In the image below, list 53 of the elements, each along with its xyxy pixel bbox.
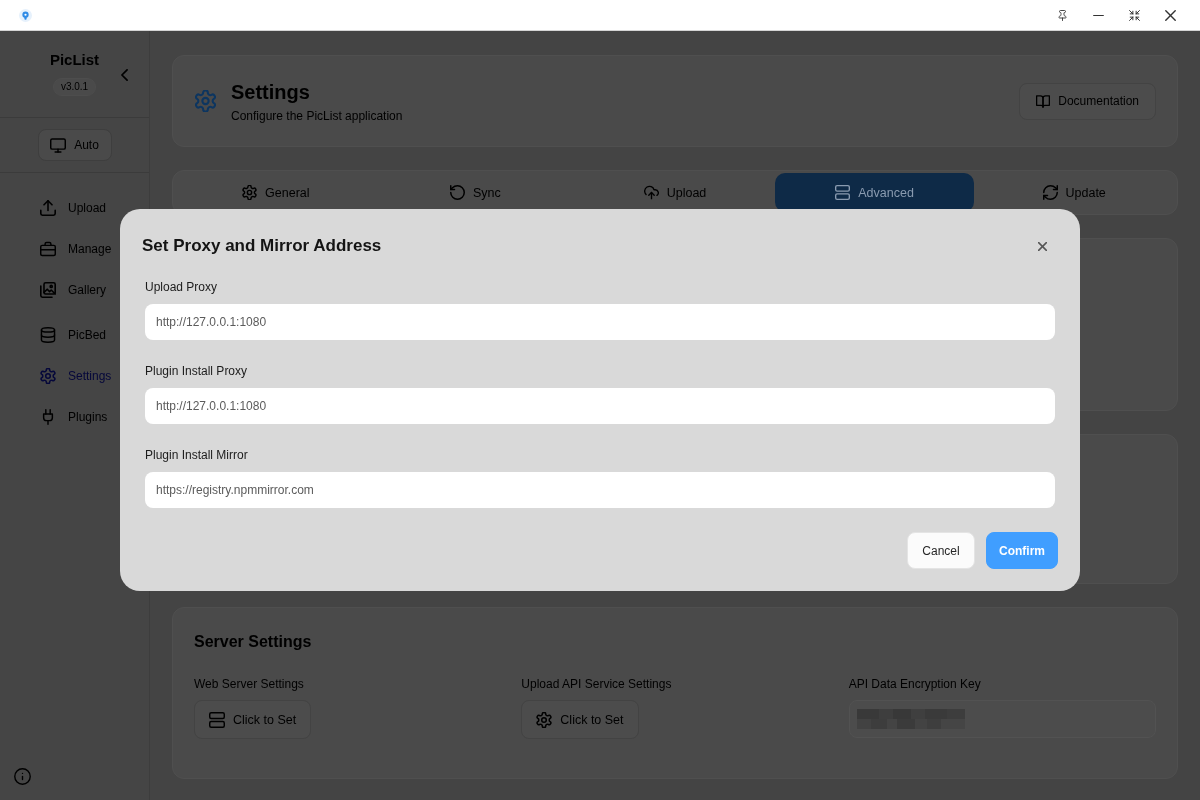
tab[interactable]: Update (974, 173, 1174, 212)
documentation-button[interactable]: Documentation (1019, 82, 1156, 120)
close-icon[interactable] (1164, 9, 1176, 21)
refresh-icon (1042, 185, 1058, 200)
dialog-title: Set Proxy and Mirror Address (142, 236, 382, 256)
field-label: Upload API Service Settings (521, 677, 672, 691)
set-button[interactable]: Click to Set (194, 700, 312, 739)
app-logo-icon (19, 8, 32, 22)
monitor-icon (50, 137, 67, 153)
page-title: Settings (231, 79, 311, 104)
set-button[interactable]: Click to Set (521, 700, 639, 739)
book-icon (1036, 94, 1051, 108)
images-icon (40, 281, 56, 298)
section-title: Server Settings (194, 632, 313, 651)
nav-item[interactable]: Gallery (10, 269, 139, 310)
nav-item[interactable]: Upload (10, 187, 139, 228)
input-field[interactable]: https://registry.npmmirror.com (145, 472, 1055, 508)
field-label: Web Server Settings (194, 677, 304, 691)
cancel-button[interactable]: Cancel (907, 532, 975, 569)
settings-icon (40, 367, 56, 384)
upload-icon (40, 199, 56, 216)
version-badge: v3.0.1 (52, 78, 97, 96)
cloud-upload-icon (643, 185, 659, 200)
rotate-left-icon (450, 185, 465, 200)
shrink-icon[interactable] (1128, 9, 1140, 21)
nav-item[interactable]: PicBed (10, 314, 139, 355)
theme-button[interactable]: Auto (37, 129, 112, 161)
database-icon (40, 326, 56, 343)
server-icon (835, 185, 851, 200)
pin-icon[interactable] (1056, 9, 1068, 21)
nav-item[interactable]: Manage (10, 228, 139, 269)
input-field[interactable]: http://127.0.0.1:1080 (145, 388, 1055, 424)
close-icon[interactable] (1038, 241, 1047, 251)
settings-icon (536, 711, 553, 728)
server-icon (209, 711, 225, 728)
page-subtitle: Configure the PicList application (231, 108, 403, 123)
encryption-key-field[interactable] (848, 700, 1156, 738)
nav-item[interactable]: Settings (10, 355, 139, 396)
confirm-button[interactable]: Confirm (986, 532, 1058, 569)
settings-icon (242, 185, 258, 200)
tab[interactable]: General (176, 173, 376, 212)
tab[interactable]: Advanced (774, 173, 975, 212)
field-label: Plugin Install Mirror (145, 448, 248, 462)
input-field[interactable]: http://127.0.0.1:1080 (145, 304, 1055, 340)
plug-icon (40, 408, 56, 425)
tab[interactable]: Sync (375, 173, 576, 212)
app-name: PicList (49, 51, 100, 69)
field-label: Upload Proxy (145, 280, 218, 294)
settings-icon (195, 90, 216, 112)
nav-item[interactable]: Plugins (10, 396, 139, 437)
field-label: Plugin Install Proxy (145, 364, 248, 378)
briefcase-icon (40, 240, 56, 257)
field-label: API Data Encryption Key (848, 677, 981, 691)
